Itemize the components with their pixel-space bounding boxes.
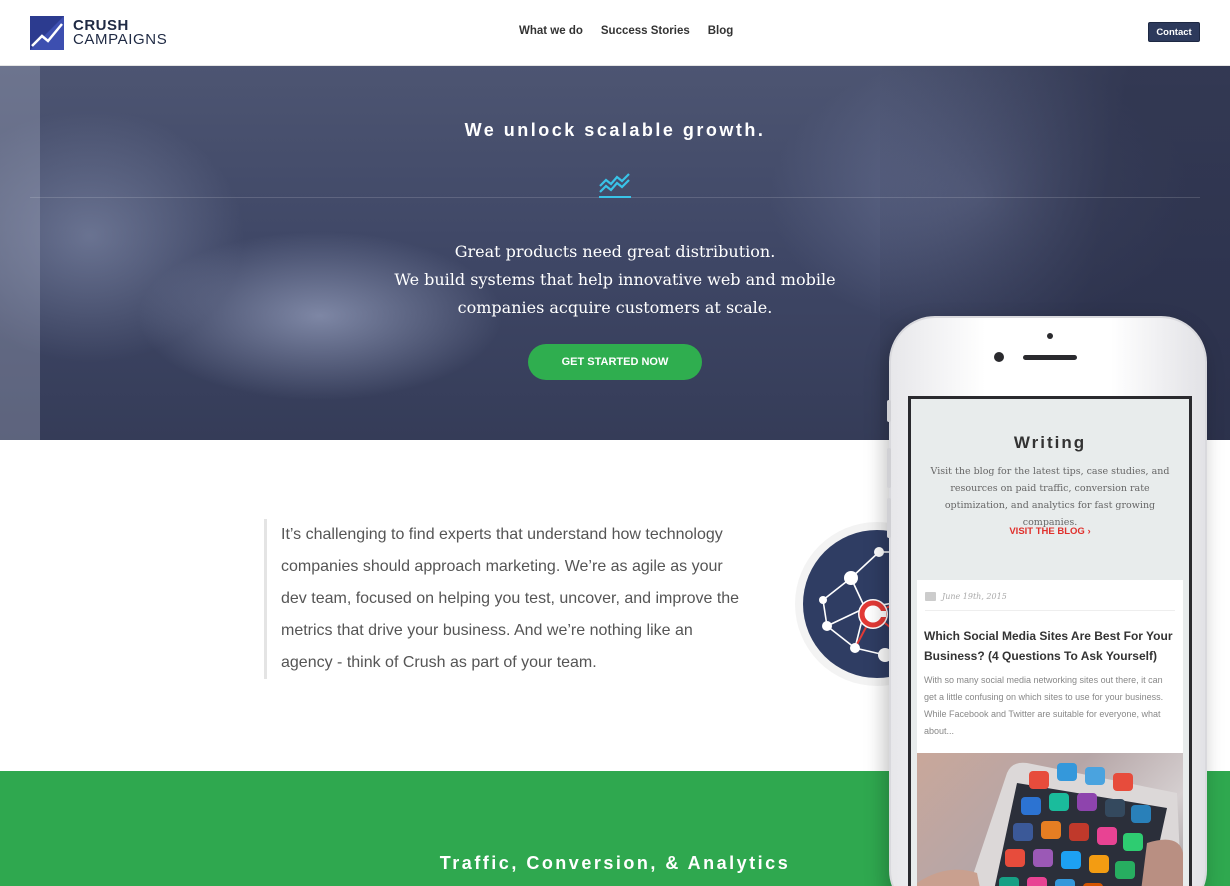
hero-copy: Great products need great distribution. … — [0, 238, 1230, 322]
hero-copy-line1: Great products need great distribution. — [454, 242, 776, 261]
logo-mark-icon — [30, 16, 64, 50]
nav-blog[interactable]: Blog — [708, 25, 734, 37]
hero-title: We unlock scalable growth. — [464, 120, 766, 140]
phone-volume-up — [887, 448, 891, 488]
post-excerpt: With so many social media networking sit… — [924, 675, 1164, 736]
phone-speaker — [1023, 355, 1077, 360]
contact-button[interactable]: Contact — [1148, 22, 1200, 42]
phone-camera-icon — [994, 352, 1004, 362]
visit-blog-label: VISIT THE BLOG — [1009, 526, 1085, 537]
get-started-button[interactable]: GET STARTED NOW — [528, 344, 702, 380]
intro-quote: It’s challenging to find experts that un… — [264, 519, 744, 679]
calendar-icon — [925, 592, 936, 601]
phone-screen: Writing Visit the blog for the latest ti… — [908, 396, 1192, 886]
nav-success-stories[interactable]: Success Stories — [601, 25, 690, 37]
main-nav: What we do Success Stories Blog — [519, 25, 733, 37]
nav-what-we-do[interactable]: What we do — [519, 25, 583, 37]
post-image — [917, 753, 1183, 886]
site-header: CRUSH CAMPAIGNS What we do Success Stori… — [0, 0, 1230, 66]
phone-volume-down — [887, 498, 891, 538]
hero-copy-line2: We build systems that help innovative we… — [394, 270, 836, 289]
trend-chart-icon — [598, 172, 632, 205]
phone-mockup: Writing Visit the blog for the latest ti… — [887, 316, 1207, 886]
phone-mute-button — [887, 400, 891, 422]
chevron-right-icon: › — [1087, 526, 1091, 537]
post-date: June 19th, 2015 — [925, 592, 1007, 601]
writing-description: Visit the blog for the latest tips, case… — [930, 466, 1170, 528]
logo-line2: CAMPAIGNS — [73, 31, 168, 48]
visit-blog-link[interactable]: VISIT THE BLOG › — [911, 526, 1189, 537]
phone-sensor — [1047, 333, 1053, 339]
writing-title: Writing — [1013, 433, 1087, 452]
post-date-text: June 19th, 2015 — [942, 592, 1007, 601]
post-title[interactable]: Which Social Media Sites Are Best For Yo… — [924, 626, 1180, 666]
blog-post-card[interactable]: June 19th, 2015 Which Social Media Sites… — [917, 580, 1183, 886]
logo[interactable]: CRUSH CAMPAIGNS — [30, 16, 167, 50]
